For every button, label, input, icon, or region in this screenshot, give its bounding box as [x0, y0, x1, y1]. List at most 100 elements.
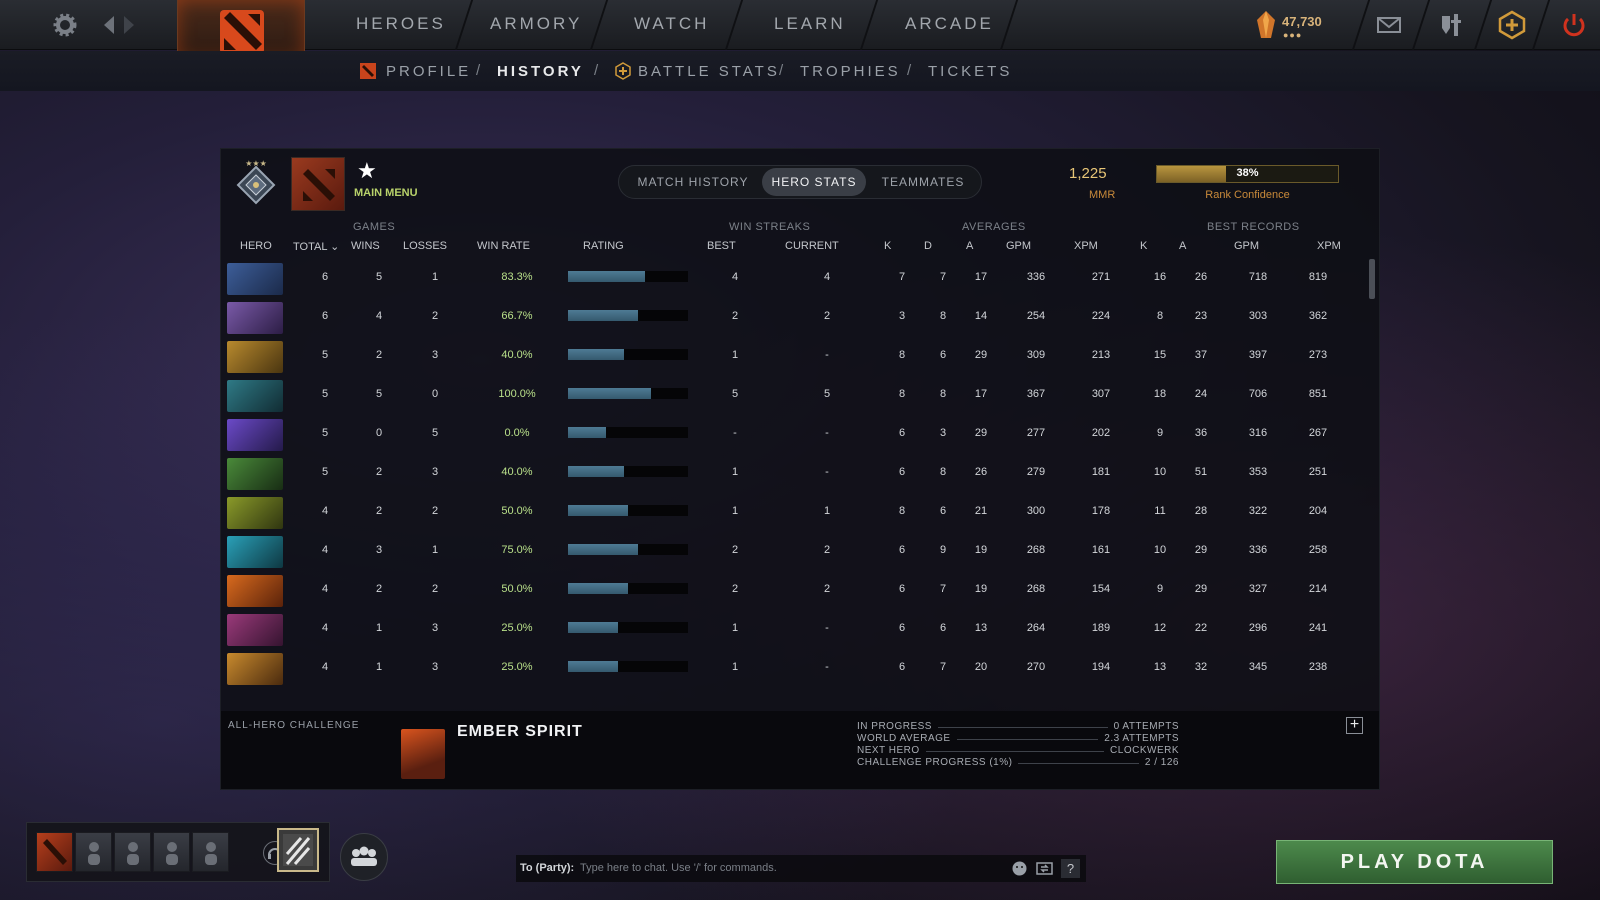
- table-row[interactable]: 4 1 3 25.0% 1-6 7 20 270 194 13 32 345 238: [221, 649, 1361, 688]
- col-hero[interactable]: HERO: [240, 240, 272, 252]
- subnav-tickets[interactable]: TICKETS: [928, 63, 1012, 80]
- chat-help-icon[interactable]: ?: [1061, 859, 1080, 878]
- col-avg-deaths[interactable]: D: [924, 240, 932, 252]
- star-icon[interactable]: ★: [357, 160, 377, 182]
- settings-gear-icon[interactable]: [52, 12, 78, 38]
- hero-orange-portrait[interactable]: [227, 575, 283, 607]
- tab-teammates[interactable]: TEAMMATES: [871, 168, 975, 196]
- rating-bar-fill: [568, 544, 638, 555]
- friends-group-button[interactable]: [340, 833, 388, 881]
- cell-losses: 1: [431, 271, 439, 283]
- play-dota-button[interactable]: PLAY DOTA: [1276, 840, 1553, 884]
- cell-losses: 0: [431, 388, 439, 400]
- mail-icon[interactable]: [1374, 10, 1404, 40]
- col-avg-kills[interactable]: K: [884, 240, 891, 252]
- col-total[interactable]: TOTAL ⌄: [293, 240, 339, 253]
- party-slot-empty[interactable]: [75, 832, 112, 872]
- guild-banner-button[interactable]: [277, 828, 319, 872]
- emoticon-icon[interactable]: [1010, 859, 1029, 878]
- subnav-trophies[interactable]: TROPHIES: [800, 63, 901, 80]
- subnav-battle-stats[interactable]: BATTLE STATS: [638, 63, 780, 80]
- hero-amber-portrait[interactable]: [227, 653, 283, 685]
- chat-input[interactable]: To (Party): Type here to chat. Use '/' f…: [516, 855, 1086, 882]
- col-current-streak[interactable]: CURRENT: [785, 240, 839, 252]
- cell-bxpm: 258: [1308, 544, 1328, 556]
- cell-win-rate: 25.0%: [501, 661, 533, 673]
- tab-hero-stats[interactable]: HERO STATS: [762, 168, 866, 196]
- chat-wheel-icon[interactable]: [1035, 859, 1054, 878]
- col-best-xpm[interactable]: XPM: [1317, 240, 1341, 252]
- nav-armory[interactable]: ARMORY: [490, 14, 582, 34]
- table-scrollbar[interactable]: [1369, 259, 1375, 299]
- cell-a: 19: [974, 583, 988, 595]
- rating-bar-fill: [568, 388, 651, 399]
- cell-total: 5: [321, 466, 329, 478]
- col-rating[interactable]: RATING: [583, 240, 624, 252]
- shards-currency[interactable]: 47,730 ●●●: [1255, 8, 1340, 42]
- tab-match-history[interactable]: MATCH HISTORY: [623, 168, 763, 196]
- cell-total: 5: [321, 388, 329, 400]
- table-row[interactable]: 4 2 2 50.0% 1 1 8 6 21 300 178 11 28 322 204: [221, 493, 1361, 532]
- table-row[interactable]: 6 4 2 66.7% 2 2 3 8 14 254 224 8 23 303 362: [221, 298, 1361, 337]
- cell-bgpm: 303: [1248, 310, 1268, 322]
- party-slot-empty[interactable]: [114, 832, 151, 872]
- col-win-rate[interactable]: WIN RATE: [477, 240, 530, 252]
- table-row[interactable]: 4 1 3 25.0% 1-6 6 13 264 189 12 22 296 241: [221, 610, 1361, 649]
- player-avatar[interactable]: [291, 157, 345, 211]
- col-avg-assists[interactable]: A: [966, 240, 973, 252]
- table-row[interactable]: 5 5 0 100.0% 5 5 8 8 17 367 307 18 24 706 851: [221, 376, 1361, 415]
- nav-heroes[interactable]: HEROES: [356, 14, 446, 34]
- cell-losses: 2: [431, 583, 439, 595]
- table-row[interactable]: 4 2 2 50.0% 2 2 6 7 19 268 154 9 29 327 214: [221, 571, 1361, 610]
- party-slot-self[interactable]: [36, 832, 73, 872]
- col-wins[interactable]: WINS: [351, 240, 380, 252]
- hero-olive-portrait[interactable]: [227, 497, 283, 529]
- cell-total: 6: [321, 271, 329, 283]
- hero-green-portrait[interactable]: [227, 458, 283, 490]
- col-losses[interactable]: LOSSES: [403, 240, 447, 252]
- power-icon[interactable]: [1559, 10, 1589, 40]
- cell-total: 5: [321, 427, 329, 439]
- nav-watch[interactable]: WATCH: [634, 14, 709, 34]
- col-best-assists[interactable]: A: [1179, 240, 1186, 252]
- cell-gpm: 367: [1026, 388, 1046, 400]
- party-slot-empty[interactable]: [192, 832, 229, 872]
- hero-magenta-portrait[interactable]: [227, 614, 283, 646]
- subnav-profile[interactable]: PROFILE: [386, 63, 471, 80]
- col-best-kills[interactable]: K: [1140, 240, 1147, 252]
- expand-plus-button[interactable]: +: [1346, 717, 1363, 734]
- hero-cyan-portrait[interactable]: [227, 536, 283, 568]
- back-forward-icon[interactable]: [102, 14, 142, 36]
- cell-a: 19: [974, 544, 988, 556]
- inventory-icon[interactable]: [1436, 10, 1466, 40]
- nav-divider: [724, 0, 744, 50]
- table-row[interactable]: 5 2 3 40.0% 1-8 6 29 309 213 15 37 397 273: [221, 337, 1361, 376]
- table-row[interactable]: 5 0 5 0.0% - -6 3 29 277 202 9 36 316 267: [221, 415, 1361, 454]
- table-row[interactable]: 6 5 1 83.3% 4 4 7 7 17 336 271 16 26 718 819: [221, 259, 1361, 298]
- cell-ba: 28: [1194, 505, 1208, 517]
- nav-arcade[interactable]: ARCADE: [905, 14, 994, 34]
- cell-gpm: 264: [1026, 622, 1046, 634]
- hero-violet-portrait[interactable]: [227, 419, 283, 451]
- main-menu-link[interactable]: MAIN MENU: [354, 187, 418, 199]
- plus-compendium-icon[interactable]: [1497, 10, 1527, 40]
- rating-bar: [568, 583, 688, 594]
- hero-stats-table: 6 5 1 83.3% 4 4 7 7 17 336 271 16 26 718 819 6 4 2 66.7% 2 2…: [221, 259, 1361, 705]
- hero-gold-portrait[interactable]: [227, 341, 283, 373]
- hero-blue-portrait[interactable]: [227, 263, 283, 295]
- party-slot-empty[interactable]: [153, 832, 190, 872]
- chat-channel-label[interactable]: To (Party):: [520, 862, 574, 874]
- col-avg-gpm[interactable]: GPM: [1006, 240, 1031, 252]
- col-avg-xpm[interactable]: XPM: [1074, 240, 1098, 252]
- table-row[interactable]: 5 2 3 40.0% 1-6 8 26 279 181 10 51 353 251: [221, 454, 1361, 493]
- hero-teal-portrait[interactable]: [227, 380, 283, 412]
- subnav-history[interactable]: HISTORY: [497, 63, 584, 80]
- col-best-gpm[interactable]: GPM: [1234, 240, 1259, 252]
- hero-purple-portrait[interactable]: [227, 302, 283, 334]
- cell-win-rate: 40.0%: [501, 349, 533, 361]
- nav-learn[interactable]: LEARN: [774, 14, 846, 34]
- col-best-streak[interactable]: BEST: [707, 240, 736, 252]
- challenge-stat-label: WORLD AVERAGE: [857, 733, 951, 744]
- table-row[interactable]: 4 3 1 75.0% 2 2 6 9 19 268 161 10 29 336 258: [221, 532, 1361, 571]
- challenge-hero-portrait[interactable]: [401, 729, 445, 779]
